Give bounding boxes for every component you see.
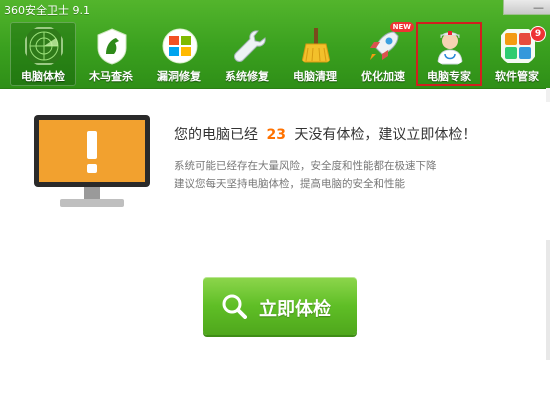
radar-icon [25, 27, 63, 65]
window-controls[interactable]: — [503, 0, 550, 15]
nav-label-system-repair: 系统修复 [225, 70, 269, 83]
checkup-description: 系统可能已经存在大量风险，安全度和性能都在极速下降 建议您每天坚持电脑体检，提高… [174, 157, 534, 193]
nav-label-optimize: 优化加速 [361, 70, 405, 83]
nav-label-cleanup: 电脑清理 [293, 70, 337, 83]
doctor-icon [437, 31, 463, 65]
days-count: 23 [266, 127, 286, 143]
top-toolbar: 360安全卫士 9.1 — 电脑体检 木马查杀 漏洞修复 系统修复 电脑清理 N… [0, 0, 550, 89]
window-title: 360安全卫士 9.1 [4, 4, 90, 17]
nav-label-software-manager: 软件管家 [495, 70, 539, 83]
check-now-label: 立即体检 [259, 299, 331, 320]
nav-item-optimize[interactable]: NEW 优化加速 [350, 22, 416, 86]
desc-line-2: 建议您每天坚持电脑体检，提高电脑的安全和性能 [174, 178, 405, 190]
nav-item-pc-expert[interactable]: 电脑专家 [416, 22, 482, 86]
headline-prefix: 您的电脑已经 [174, 127, 258, 143]
main-nav: 电脑体检 木马查杀 漏洞修复 系统修复 电脑清理 NEW 优化加速 电脑专家 9… [10, 22, 550, 88]
minimize-icon[interactable]: — [533, 1, 544, 14]
windows-patch-icon [162, 28, 198, 64]
nav-label-pc-expert: 电脑专家 [427, 70, 471, 83]
wrench-icon [234, 30, 266, 62]
trojan-horse-icon [97, 28, 127, 65]
checkup-headline: 您的电脑已经 23 天没有体检，建议立即体检！ [174, 124, 476, 144]
count-badge: 9 [530, 26, 546, 42]
new-badge: NEW [389, 22, 414, 32]
desc-line-1: 系统可能已经存在大量风险，安全度和性能都在极速下降 [174, 160, 437, 172]
nav-item-checkup[interactable]: 电脑体检 [10, 22, 76, 86]
nav-label-checkup: 电脑体检 [21, 70, 65, 83]
monitor-warning-icon [34, 115, 150, 207]
nav-label-vuln-fix: 漏洞修复 [157, 70, 201, 83]
nav-item-cleanup[interactable]: 电脑清理 [282, 22, 348, 86]
nav-item-software-manager[interactable]: 9 软件管家 [484, 22, 550, 86]
nav-item-vuln-fix[interactable]: 漏洞修复 [146, 22, 212, 86]
scrollbar-top[interactable] [546, 88, 550, 102]
search-icon [222, 294, 247, 319]
nav-item-trojan-scan[interactable]: 木马查杀 [78, 22, 144, 86]
nav-item-system-repair[interactable]: 系统修复 [214, 22, 280, 86]
scrollbar[interactable] [546, 240, 550, 360]
check-now-button[interactable]: 立即体检 [203, 277, 357, 335]
rocket-icon [370, 31, 399, 60]
headline-suffix: 天没有体检，建议立即体检！ [294, 127, 477, 143]
broom-icon [301, 28, 331, 63]
nav-label-trojan-scan: 木马查杀 [89, 70, 133, 83]
